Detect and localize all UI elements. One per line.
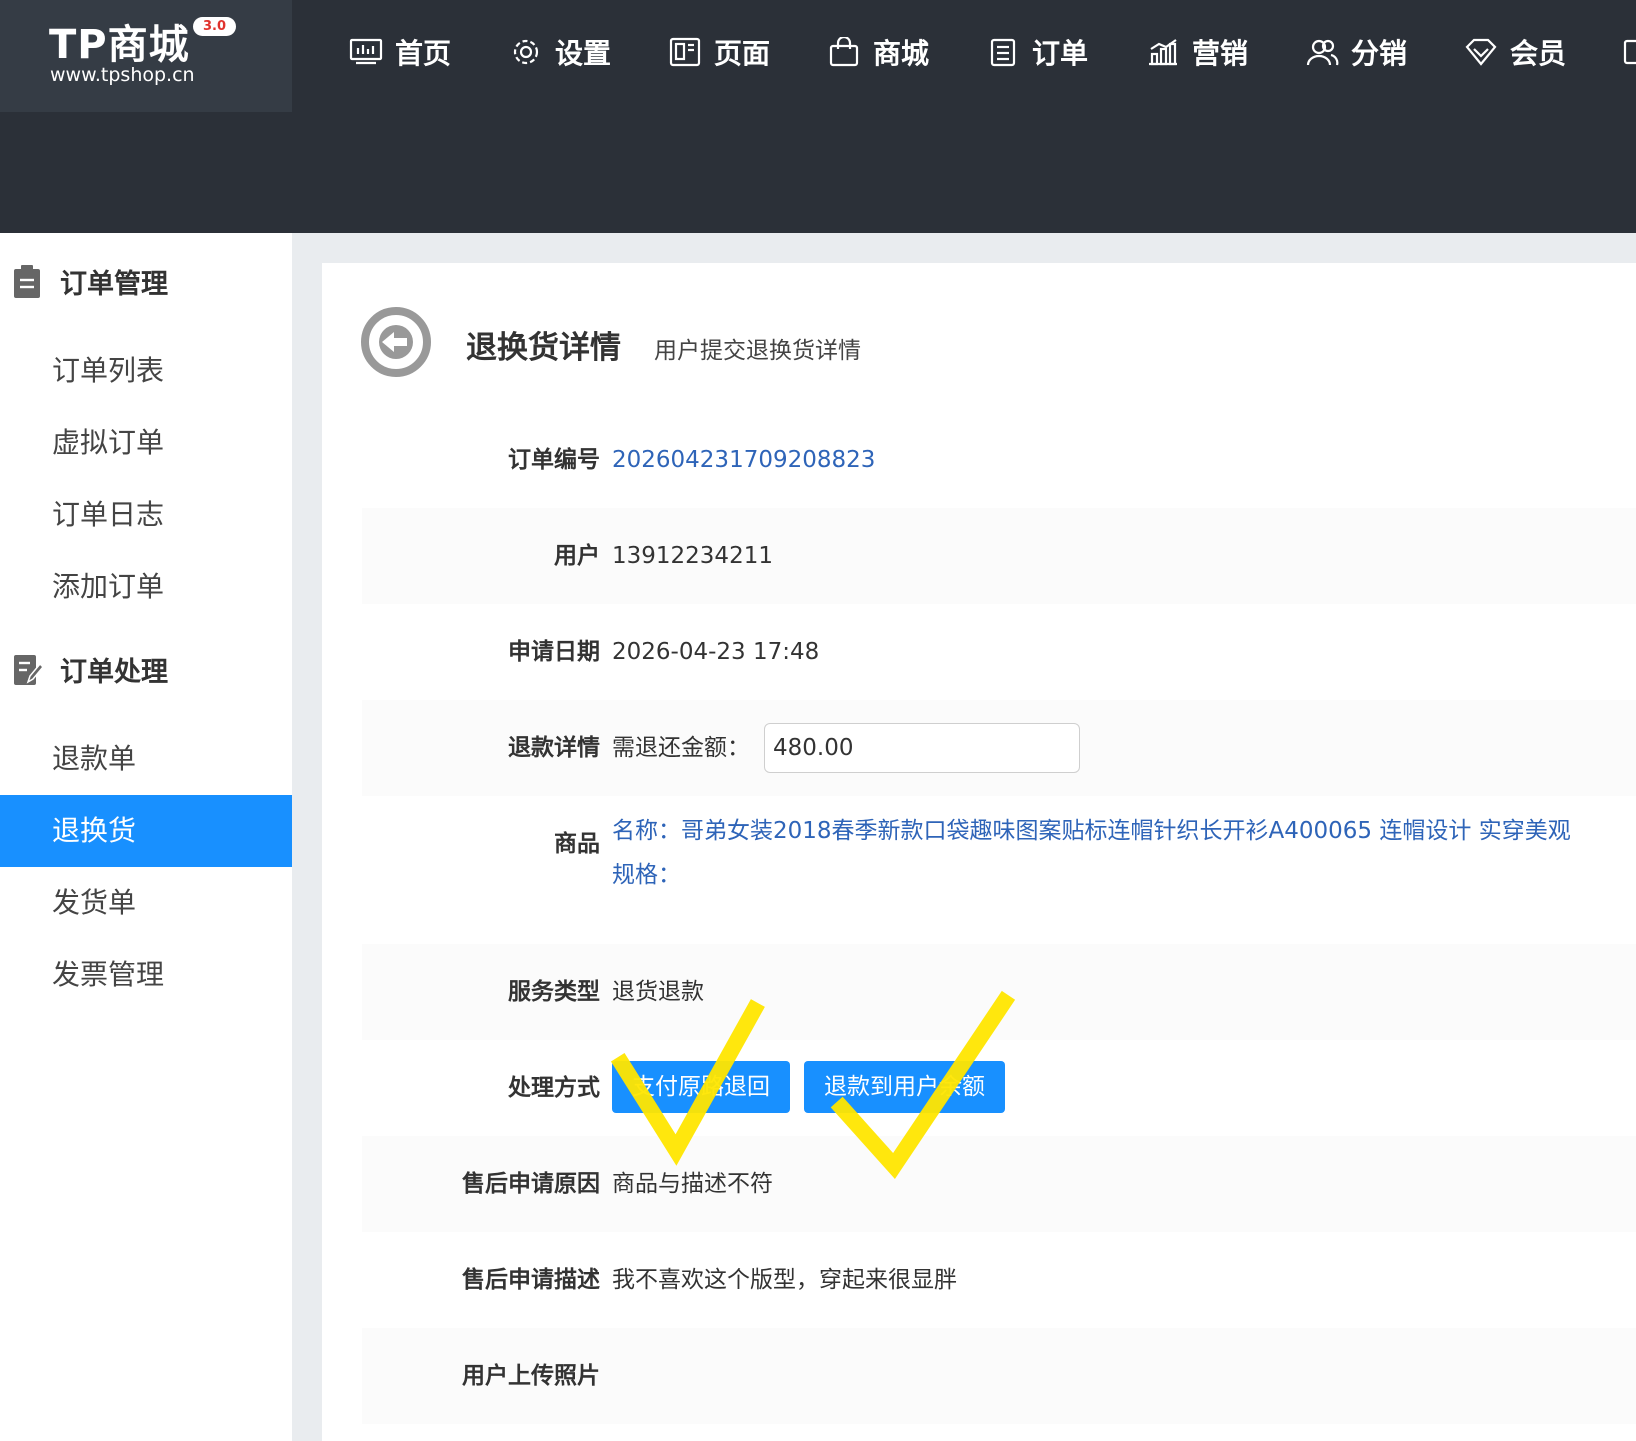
service-type-row: 服务类型 退货退款 bbox=[362, 944, 1636, 1040]
page-subtitle: 用户提交退换货详情 bbox=[654, 338, 861, 364]
page-title: 退换货详情 bbox=[466, 330, 621, 366]
user-row: 用户 13912234211 bbox=[362, 508, 1636, 604]
photos-label: 用户上传照片 bbox=[462, 1363, 600, 1389]
refund-to-balance-button[interactable]: 退款到用户余额 bbox=[804, 1061, 1005, 1113]
sidebar-item-label: 订单列表 bbox=[52, 354, 165, 387]
nav-label: 会员 bbox=[1510, 37, 1567, 70]
refund-details-row: 退款详情 需退还金额： bbox=[362, 700, 1636, 796]
nav-item-mall[interactable]: 商城 bbox=[827, 30, 929, 74]
goods-name-link[interactable]: 名称：哥弟女装2018春季新款口袋趣味图案贴标连帽针织长开衫A400065 连帽… bbox=[612, 816, 1571, 846]
order-number-row: 订单编号 202604231709208823 bbox=[362, 412, 1636, 508]
nav-label: 营销 bbox=[1192, 37, 1249, 70]
process-method-row: 处理方式 支付原路退回 退款到用户余额 bbox=[362, 1040, 1636, 1136]
service-type-value: 退货退款 bbox=[612, 979, 704, 1005]
goods-label: 商品 bbox=[554, 831, 600, 857]
gear-icon bbox=[513, 39, 539, 65]
clipboard-icon bbox=[14, 264, 40, 298]
edit-document-icon bbox=[14, 654, 42, 685]
user-label: 用户 bbox=[554, 543, 600, 569]
brand-name: TP商城 bbox=[49, 22, 190, 68]
goods-spec: 规格： bbox=[612, 862, 681, 888]
brand-logo[interactable]: TP商城 3.0 www.tpshop.cn bbox=[0, 0, 292, 112]
clipboard-icon bbox=[990, 38, 1016, 67]
description-value: 我不喜欢这个版型，穿起来很显胖 bbox=[612, 1267, 957, 1293]
apply-date-label: 申请日期 bbox=[508, 639, 600, 665]
sidebar-item-label: 退换货 bbox=[52, 814, 137, 847]
nav-label: 页面 bbox=[714, 37, 771, 70]
goods-row: 商品 名称：哥弟女装2018春季新款口袋趣味图案贴标连帽针织长开衫A400065… bbox=[362, 796, 1636, 944]
sidebar-item-label: 发货单 bbox=[52, 886, 137, 919]
refund-amount-input[interactable] bbox=[764, 723, 1080, 773]
page-layout-icon bbox=[669, 37, 701, 67]
nav-label: 商城 bbox=[873, 37, 930, 70]
version-badge: 3.0 bbox=[193, 17, 237, 36]
sidebar-group-label: 订单管理 bbox=[60, 269, 168, 300]
description-row: 售后申请描述 我不喜欢这个版型，穿起来很显胖 bbox=[362, 1232, 1636, 1328]
sidebar-group-order-management: 订单管理 bbox=[12, 262, 168, 301]
bar-chart-icon bbox=[1149, 39, 1177, 66]
nav-item-marketing[interactable]: 营销 bbox=[1146, 30, 1248, 74]
nav-item-pages[interactable]: 页面 bbox=[668, 30, 770, 74]
description-label: 售后申请描述 bbox=[462, 1267, 600, 1293]
sidebar-item-invoice-management[interactable]: 发票管理 bbox=[0, 939, 292, 1011]
sidebar-item-order-log[interactable]: 订单日志 bbox=[0, 479, 292, 551]
order-number-label: 订单编号 bbox=[508, 447, 600, 473]
sidebar-item-add-order[interactable]: 添加订单 bbox=[0, 551, 292, 623]
apply-date-row: 申请日期 2026-04-23 17:48 bbox=[362, 604, 1636, 700]
shopping-bag-icon bbox=[829, 37, 859, 67]
apply-date-value: 2026-04-23 17:48 bbox=[612, 639, 820, 665]
sidebar-item-label: 退款单 bbox=[52, 742, 137, 775]
nav-item-settings[interactable]: 设置 bbox=[509, 30, 611, 74]
refund-details-label: 退款详情 bbox=[508, 735, 600, 761]
top-navbar: TP商城 3.0 www.tpshop.cn 首页 设置 页面 商城 订单 营销… bbox=[0, 0, 1636, 233]
refund-original-path-button[interactable]: 支付原路退回 bbox=[612, 1061, 790, 1113]
nav-label: 首页 bbox=[395, 37, 452, 70]
nav-item-distribution[interactable]: 分销 bbox=[1305, 30, 1407, 74]
reason-row: 售后申请原因 商品与描述不符 bbox=[362, 1136, 1636, 1232]
sidebar-item-refunds[interactable]: 退款单 bbox=[0, 723, 292, 795]
nav-item-orders[interactable]: 订单 bbox=[986, 30, 1088, 74]
sidebar-item-returns-exchanges[interactable]: 退换货 bbox=[0, 795, 292, 867]
sidebar-item-label: 添加订单 bbox=[52, 570, 165, 603]
sidebar-group-label: 订单处理 bbox=[60, 657, 168, 688]
sidebar-item-label: 虚拟订单 bbox=[52, 426, 165, 459]
service-type-label: 服务类型 bbox=[508, 979, 600, 1005]
sidebar-item-label: 订单日志 bbox=[52, 498, 165, 531]
sidebar-item-shipping-orders[interactable]: 发货单 bbox=[0, 867, 292, 939]
diamond-icon bbox=[1465, 38, 1497, 66]
reason-value: 商品与描述不符 bbox=[612, 1171, 773, 1197]
monitor-icon bbox=[349, 38, 383, 65]
nav-item-more[interactable] bbox=[1622, 30, 1636, 74]
nav-item-home[interactable]: 首页 bbox=[349, 30, 451, 74]
nav-label: 设置 bbox=[555, 37, 612, 70]
brand-url: www.tpshop.cn bbox=[50, 64, 195, 86]
sidebar-group-order-processing: 订单处理 bbox=[12, 650, 168, 689]
back-arrow-icon[interactable] bbox=[360, 306, 432, 378]
sidebar-item-virtual-orders[interactable]: 虚拟订单 bbox=[0, 407, 292, 479]
process-method-label: 处理方式 bbox=[508, 1075, 600, 1101]
user-value: 13912234211 bbox=[612, 543, 773, 569]
photos-row: 用户上传照片 bbox=[362, 1328, 1636, 1424]
sidebar-item-label: 发票管理 bbox=[52, 958, 165, 991]
nav-item-members[interactable]: 会员 bbox=[1464, 30, 1566, 74]
order-number-link[interactable]: 202604231709208823 bbox=[612, 412, 875, 508]
nav-label: 分销 bbox=[1351, 37, 1408, 70]
more-icon bbox=[1623, 39, 1636, 65]
refund-amount-label: 需退还金额： bbox=[612, 735, 750, 761]
reason-label: 售后申请原因 bbox=[462, 1171, 600, 1197]
sidebar-item-order-list[interactable]: 订单列表 bbox=[0, 335, 292, 407]
users-icon bbox=[1306, 39, 1339, 66]
nav-label: 订单 bbox=[1032, 37, 1089, 70]
